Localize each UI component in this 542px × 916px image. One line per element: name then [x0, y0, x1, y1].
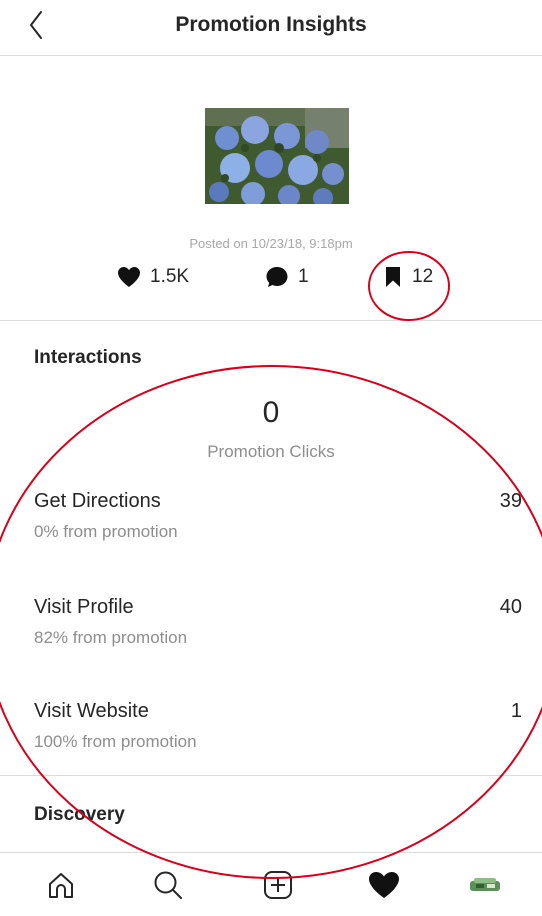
nav-header: Promotion Insights [0, 0, 542, 56]
new-post-icon [264, 870, 292, 899]
discovery-heading: Discovery [34, 804, 125, 825]
metric-value: 40 [499, 596, 522, 618]
likes-stat: 1.5K [117, 264, 189, 290]
comment-bubble-icon [266, 267, 288, 287]
metric-label: Get Directions [34, 490, 161, 512]
bookmark-icon [386, 267, 400, 287]
promotion-clicks-label: Promotion Clicks [207, 442, 335, 461]
metric-sub: 100% from promotion [34, 732, 197, 751]
metric-row-get-directions: Get Directions 0% from promotion 39 [34, 490, 522, 550]
search-tab[interactable] [138, 853, 198, 916]
interactions-heading: Interactions [34, 347, 142, 368]
metric-label: Visit Website [34, 700, 149, 722]
comments-count: 1 [298, 266, 309, 287]
likes-count: 1.5K [150, 266, 190, 287]
comments-stat: 1 [265, 264, 309, 290]
metric-value: 39 [499, 490, 522, 512]
activity-tab[interactable] [354, 853, 414, 916]
metric-row-visit-website: Visit Website 100% from promotion 1 [34, 700, 522, 760]
post-thumbnail[interactable] [205, 108, 349, 204]
activity-heart-icon [369, 871, 399, 898]
metric-sub: 82% from promotion [34, 628, 188, 647]
divider [0, 320, 542, 321]
bottom-tab-bar [0, 852, 542, 916]
heart-icon [118, 267, 140, 287]
metric-value: 1 [510, 700, 522, 722]
promotion-clicks-value: 0 [262, 396, 280, 429]
profile-tab[interactable] [455, 853, 515, 916]
metric-row-visit-profile: Visit Profile 82% from promotion 40 [34, 596, 522, 656]
metric-label: Visit Profile [34, 596, 134, 618]
hydrangea-image [205, 108, 349, 204]
home-icon [49, 872, 73, 898]
search-icon [154, 871, 182, 899]
saves-count: 12 [412, 266, 434, 287]
profile-avatar [470, 877, 500, 891]
new-post-tab[interactable] [248, 853, 308, 916]
posted-on-date: Posted on 10/23/18, 9:18pm [189, 236, 353, 251]
saves-stat: 12 [383, 264, 433, 290]
home-tab[interactable] [31, 853, 91, 916]
metric-sub: 0% from promotion [34, 522, 178, 541]
page-title: Promotion Insights [175, 13, 367, 36]
divider [0, 775, 542, 776]
